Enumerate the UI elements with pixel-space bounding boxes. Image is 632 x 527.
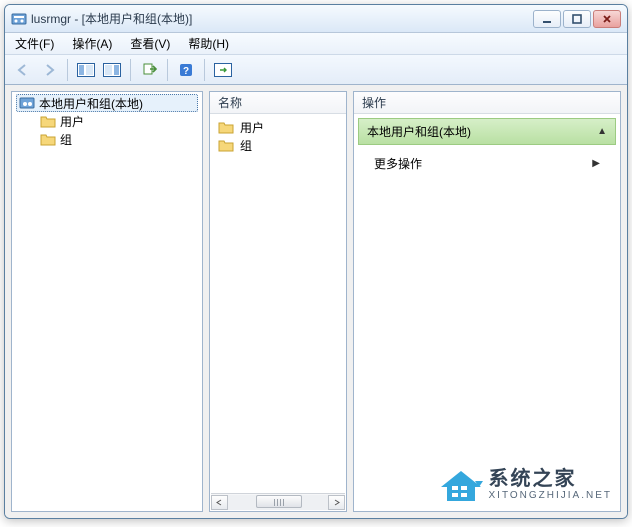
scroll-thumb[interactable] xyxy=(256,495,302,508)
list-item[interactable]: 用户 xyxy=(212,118,344,136)
lusrmgr-icon xyxy=(19,95,35,111)
menu-help[interactable]: 帮助(H) xyxy=(184,33,233,54)
body: 本地用户和组(本地) 用户 组 xyxy=(5,85,627,518)
titlebar: lusrmgr - [本地用户和组(本地)] xyxy=(5,5,627,33)
export-list-button[interactable] xyxy=(137,58,161,82)
tree-body: 本地用户和组(本地) 用户 组 xyxy=(12,92,202,511)
toolbar-separator xyxy=(204,59,205,81)
minimize-button[interactable] xyxy=(533,10,561,28)
svg-text:?: ? xyxy=(183,66,189,77)
mmc-window: lusrmgr - [本地用户和组(本地)] 文件(F) 操作(A) 查看(V)… xyxy=(4,4,628,519)
close-button[interactable] xyxy=(593,10,621,28)
app-icon xyxy=(11,11,27,27)
horizontal-scrollbar[interactable] xyxy=(211,493,345,510)
submenu-icon: ▶ xyxy=(592,158,600,169)
tree-root-node[interactable]: 本地用户和组(本地) xyxy=(16,94,198,112)
window-controls xyxy=(533,10,621,28)
actions-group-label: 本地用户和组(本地) xyxy=(367,123,471,140)
menu-file[interactable]: 文件(F) xyxy=(11,33,58,54)
list-pane: 名称 用户 组 xyxy=(209,91,347,512)
toolbar-separator xyxy=(67,59,68,81)
help-button[interactable]: ? xyxy=(174,58,198,82)
forward-button[interactable] xyxy=(37,58,61,82)
toolbar-separator xyxy=(130,59,131,81)
actions-more-label: 更多操作 xyxy=(374,155,422,172)
list-item-label: 组 xyxy=(240,137,252,154)
actions-more[interactable]: 更多操作 ▶ xyxy=(354,149,620,178)
actions-header-label: 操作 xyxy=(362,94,386,111)
tree-root-label: 本地用户和组(本地) xyxy=(39,95,143,112)
tree-node-users[interactable]: 用户 xyxy=(38,112,198,130)
refresh-view-button[interactable] xyxy=(211,58,235,82)
scroll-right-icon[interactable] xyxy=(328,495,345,510)
folder-icon xyxy=(40,132,56,146)
list-item-label: 用户 xyxy=(240,119,264,136)
tree-node-label: 用户 xyxy=(60,113,84,130)
tree-node-groups[interactable]: 组 xyxy=(38,130,198,148)
folder-icon xyxy=(218,138,234,152)
scroll-track[interactable] xyxy=(228,495,328,510)
actions-header: 操作 xyxy=(354,92,620,114)
list-header-label: 名称 xyxy=(218,94,242,111)
maximize-button[interactable] xyxy=(563,10,591,28)
tree-pane: 本地用户和组(本地) 用户 组 xyxy=(11,91,203,512)
folder-icon xyxy=(218,120,234,134)
actions-group[interactable]: 本地用户和组(本地) ▲ xyxy=(358,118,616,145)
list-body: 用户 组 xyxy=(210,114,346,511)
show-hide-actions-button[interactable] xyxy=(100,58,124,82)
scroll-left-icon[interactable] xyxy=(211,495,228,510)
folder-icon xyxy=(40,114,56,128)
toolbar-separator xyxy=(167,59,168,81)
menu-view[interactable]: 查看(V) xyxy=(126,33,174,54)
toolbar: ? xyxy=(5,55,627,85)
collapse-icon: ▲ xyxy=(597,126,607,137)
menu-action[interactable]: 操作(A) xyxy=(68,33,116,54)
tree-children: 用户 组 xyxy=(16,112,198,148)
menubar: 文件(F) 操作(A) 查看(V) 帮助(H) xyxy=(5,33,627,55)
list-item[interactable]: 组 xyxy=(212,136,344,154)
back-button[interactable] xyxy=(11,58,35,82)
tree-node-label: 组 xyxy=(60,131,72,148)
actions-pane: 操作 本地用户和组(本地) ▲ 更多操作 ▶ xyxy=(353,91,621,512)
list-column-header[interactable]: 名称 xyxy=(210,92,346,114)
show-hide-tree-button[interactable] xyxy=(74,58,98,82)
window-title: lusrmgr - [本地用户和组(本地)] xyxy=(31,10,533,27)
